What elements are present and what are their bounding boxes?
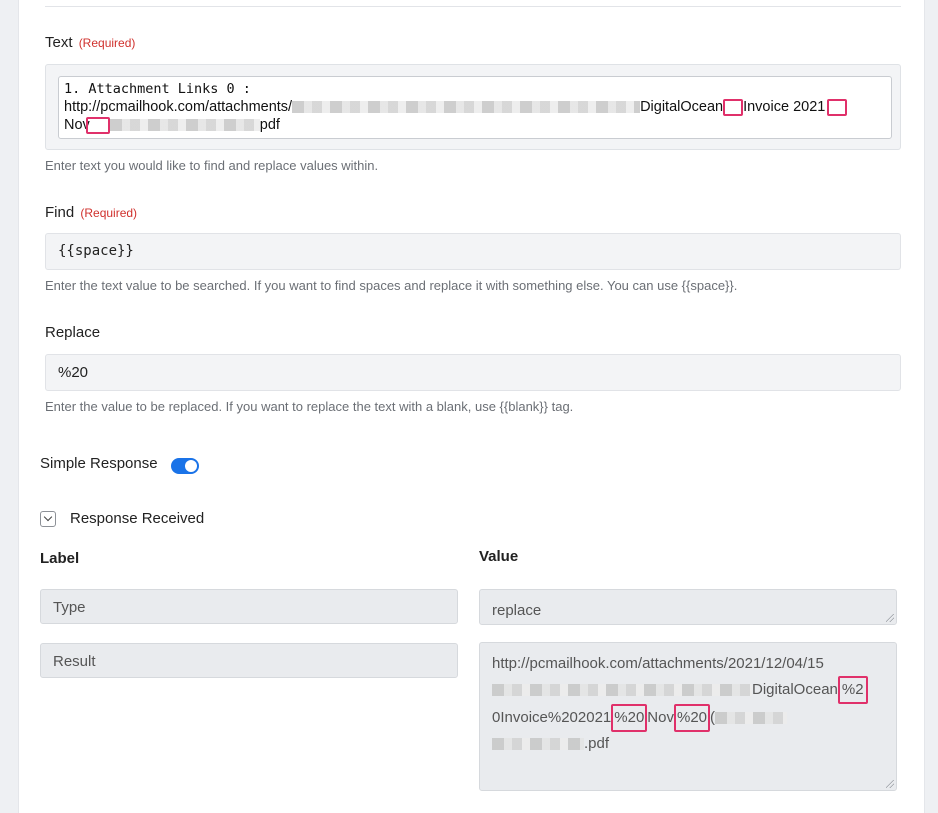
text-line-1: 1. Attachment Links 0 : (64, 81, 251, 97)
text-field-container: 1. Attachment Links 0 : http://pcmailhoo… (45, 64, 901, 150)
simple-response-toggle[interactable] (171, 458, 199, 474)
type-label-field: Type (40, 589, 458, 624)
result-line-4: .pdf (584, 735, 610, 752)
text-help: Enter text you would like to find and re… (45, 158, 379, 173)
find-help: Enter the text value to be searched. If … (45, 278, 738, 293)
required-marker: (Required) (80, 206, 138, 220)
result-line-3-b: Nov (647, 708, 674, 726)
type-value-field[interactable]: replace (479, 589, 897, 625)
toggle-knob (185, 460, 197, 472)
text-input[interactable]: 1. Attachment Links 0 : http://pcmailhoo… (58, 76, 892, 139)
text-line-3-suffix: pdf (259, 117, 280, 133)
required-marker: (Required) (78, 36, 136, 50)
redacted-block (292, 101, 641, 114)
space-highlight (85, 116, 110, 134)
form-panel: Text (Required) 1. Attachment Links 0 : … (18, 0, 925, 813)
value-column-header: Value (479, 548, 519, 565)
result-value-field[interactable]: http://pcmailhook.com/attachments/2021/1… (479, 642, 897, 791)
result-line-2-text: DigitalOcean (752, 680, 838, 698)
find-field-label: Find (Required) (45, 204, 137, 221)
resize-handle[interactable] (886, 780, 894, 788)
text-line-2-mid: DigitalOcean (640, 99, 724, 115)
text-line-2-url: http://pcmailhook.com/attachments/ (64, 99, 293, 115)
find-input[interactable]: {{space}} (45, 233, 901, 270)
response-received-label[interactable]: Response Received (70, 510, 204, 527)
redacted-block (492, 684, 752, 696)
redacted-block (715, 712, 788, 724)
replace-input[interactable]: %20 (45, 354, 901, 391)
space-highlight (723, 98, 744, 116)
type-value: replace (492, 602, 542, 619)
chevron-down-icon[interactable] (40, 511, 56, 527)
result-line-3-a: 0Invoice%202021 (492, 708, 612, 726)
encoded-space-highlight: %20 (611, 704, 648, 732)
simple-response-label: Simple Response (40, 455, 158, 472)
space-highlight (827, 98, 848, 116)
text-line-2-suffix: Invoice 2021 (743, 99, 826, 115)
resize-handle[interactable] (886, 614, 894, 622)
encoded-space-highlight: %2 (837, 676, 868, 704)
text-label: Text (45, 34, 73, 51)
redacted-block (492, 738, 584, 751)
result-line-1: http://pcmailhook.com/attachments/2021/1… (492, 655, 824, 672)
divider (45, 6, 901, 7)
replace-label: Replace (45, 324, 101, 341)
result-label-field: Result (40, 643, 458, 678)
label-column-header: Label (40, 550, 80, 567)
find-label: Find (45, 204, 75, 221)
text-field-label: Text (Required) (45, 34, 135, 51)
replace-help: Enter the value to be replaced. If you w… (45, 399, 574, 414)
redacted-block (109, 119, 260, 132)
encoded-space-highlight: %20 (673, 704, 711, 732)
